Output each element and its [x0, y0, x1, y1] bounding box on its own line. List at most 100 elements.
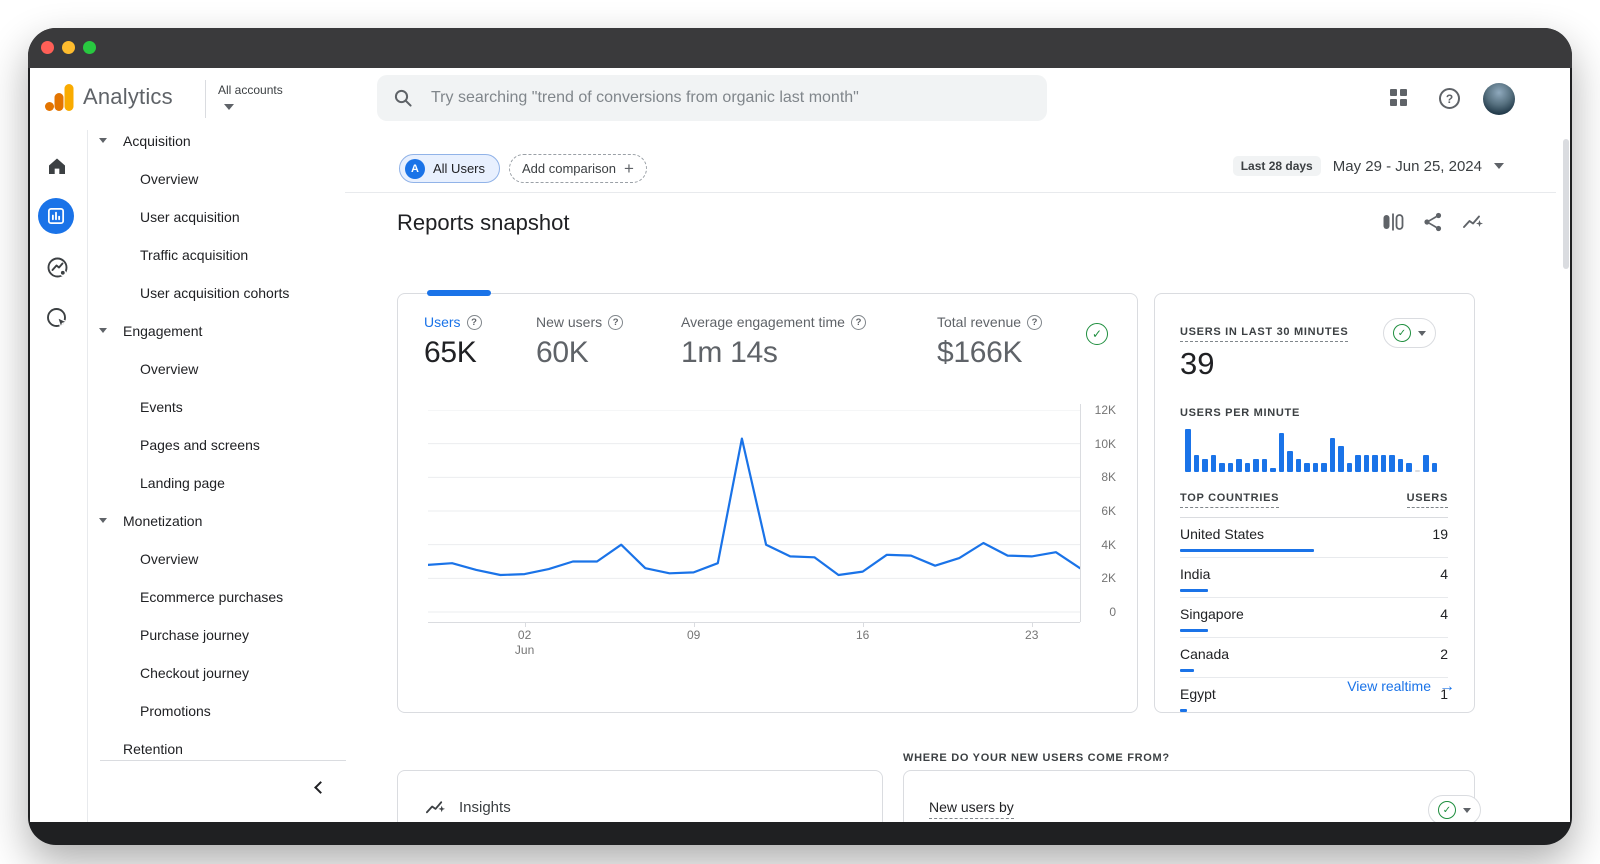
- metric-total-revenue[interactable]: Total revenue? $166K: [937, 314, 1043, 370]
- check-icon: ✓: [1438, 801, 1456, 819]
- sidebar-item-events[interactable]: Events: [88, 388, 346, 426]
- help-button[interactable]: ?: [1439, 88, 1460, 109]
- sidebar-item-promotions[interactable]: Promotions: [88, 692, 346, 730]
- rail-explore-button[interactable]: [45, 255, 69, 279]
- minute-bar: [1321, 463, 1327, 472]
- sidebar-item-user-acquisition-cohorts[interactable]: User acquisition cohorts: [88, 274, 346, 312]
- add-comparison-chip[interactable]: Add comparison +: [509, 154, 647, 183]
- sidebar-nav: Acquisition Overview User acquisition Traff…: [88, 122, 346, 768]
- top-countries-header: TOP COUNTRIES: [1180, 492, 1280, 508]
- brand: Analytics: [44, 82, 173, 112]
- page-title: Reports snapshot: [397, 210, 570, 235]
- minute-bar: [1406, 463, 1412, 472]
- minute-bar: [1219, 463, 1225, 472]
- sidebar-section-label: Engagement: [123, 323, 203, 339]
- chevron-down-icon: [224, 104, 234, 110]
- zoom-window-button[interactable]: [83, 40, 96, 54]
- metric-new-users[interactable]: New users? 60K: [536, 314, 624, 370]
- minute-bar: [1397, 459, 1403, 472]
- chevron-down-icon: [1418, 330, 1426, 336]
- sidebar-section-engagement[interactable]: Engagement: [88, 312, 346, 350]
- question-icon[interactable]: ?: [466, 314, 482, 330]
- plus-icon: +: [623, 159, 634, 178]
- new-users-by-label[interactable]: New users by: [929, 799, 1014, 819]
- screenshot-stage: Analytics All accounts ?: [0, 0, 1600, 864]
- minute-bar: [1363, 454, 1369, 472]
- sidebar-item-overview[interactable]: Overview: [88, 540, 346, 578]
- minimize-window-button[interactable]: [62, 40, 75, 54]
- account-switcher[interactable]: All accounts: [218, 83, 308, 115]
- chevron-down-icon: [99, 328, 107, 333]
- country-row-united-states: United States 19: [1180, 518, 1448, 558]
- sidebar-item-overview[interactable]: Overview: [88, 160, 346, 198]
- sidebar-item-ecommerce-purchases[interactable]: Ecommerce purchases: [88, 578, 346, 616]
- sidebar-item-user-acquisition[interactable]: User acquisition: [88, 198, 346, 236]
- data-quality-badge[interactable]: ✓: [1086, 323, 1108, 345]
- search-input[interactable]: [431, 89, 1031, 107]
- vertical-scrollbar-thumb[interactable]: [1563, 139, 1569, 269]
- sidebar-item-overview[interactable]: Overview: [88, 350, 346, 388]
- question-icon[interactable]: ?: [1027, 314, 1043, 330]
- date-range-selector[interactable]: Last 28 days May 29 - Jun 25, 2024: [1232, 156, 1504, 176]
- sidebar-section-acquisition[interactable]: Acquisition: [88, 122, 346, 160]
- y-tick-label: 12K: [1094, 403, 1116, 417]
- view-realtime-link[interactable]: View realtime →: [1180, 678, 1455, 696]
- metric-total-revenue-label: Total revenue: [937, 314, 1022, 330]
- all-users-label: All Users: [433, 161, 486, 176]
- metric-total-revenue-value: $166K: [937, 336, 1023, 369]
- users-per-minute-chart: [1185, 429, 1437, 472]
- sidebar-item-pages-and-screens[interactable]: Pages and screens: [88, 426, 346, 464]
- sidebar-item-checkout-journey[interactable]: Checkout journey: [88, 654, 346, 692]
- sidebar-item-purchase-journey[interactable]: Purchase journey: [88, 616, 346, 654]
- minute-bar: [1414, 470, 1420, 472]
- country-row-singapore: Singapore 4: [1180, 598, 1448, 638]
- rail-home-button[interactable]: [45, 154, 69, 178]
- close-window-button[interactable]: [41, 40, 54, 54]
- realtime-status-pill[interactable]: ✓: [1383, 318, 1436, 348]
- titlebar: [28, 28, 1572, 68]
- sidebar-item-traffic-acquisition[interactable]: Traffic acquisition: [88, 236, 346, 274]
- minute-bar: [1236, 459, 1242, 472]
- sidebar-section-retention[interactable]: Retention: [88, 730, 346, 768]
- chevron-down-icon: [1494, 163, 1504, 169]
- y-axis-line: [1080, 404, 1081, 622]
- share-icon-button[interactable]: [1422, 211, 1444, 233]
- metric-users[interactable]: Users? 65K: [424, 314, 482, 370]
- metric-new-users-value: 60K: [536, 336, 589, 369]
- rail-advertising-button[interactable]: [45, 306, 69, 330]
- y-tick-label: 4K: [1101, 537, 1116, 552]
- country-name: Canada: [1180, 646, 1230, 662]
- question-icon[interactable]: ?: [850, 314, 866, 330]
- insights-label: Insights: [459, 799, 511, 816]
- minute-bar: [1355, 454, 1361, 472]
- minute-bar: [1193, 454, 1199, 472]
- y-tick-label: 2K: [1101, 571, 1116, 586]
- insights-icon-button[interactable]: [1462, 211, 1484, 233]
- metric-new-users-label: New users: [536, 314, 603, 330]
- active-metric-tab-indicator: [427, 290, 491, 296]
- metric-avg-engagement[interactable]: Average engagement time? 1m 14s: [681, 314, 866, 370]
- question-icon[interactable]: ?: [608, 314, 624, 330]
- countries-table-header: TOP COUNTRIES USERS: [1180, 492, 1448, 508]
- chevron-down-icon: [1463, 807, 1471, 813]
- page-title-actions: [1382, 211, 1484, 233]
- search-bar[interactable]: [377, 75, 1047, 121]
- compare-icon-button[interactable]: [1382, 211, 1404, 233]
- sidebar-divider: [100, 760, 346, 761]
- rail-reports-button[interactable]: [38, 198, 74, 234]
- sidebar-item-landing-page[interactable]: Landing page: [88, 464, 346, 502]
- nav-collapse-button[interactable]: [308, 778, 332, 802]
- sidebar-section-monetization[interactable]: Monetization: [88, 502, 346, 540]
- x-tick-sublabel: Jun: [514, 643, 535, 657]
- users-col-header: USERS: [1406, 492, 1448, 508]
- new-users-status-pill[interactable]: ✓: [1428, 795, 1481, 822]
- minute-bar: [1329, 437, 1335, 472]
- analytics-logo-icon: [45, 84, 74, 111]
- sidebar-section-label: Acquisition: [123, 133, 191, 149]
- all-users-chip[interactable]: A All Users: [399, 154, 501, 183]
- minute-bar: [1253, 459, 1259, 472]
- user-avatar[interactable]: [1483, 83, 1515, 115]
- apps-grid-button[interactable]: [1390, 89, 1407, 106]
- header-divider: [345, 192, 1556, 193]
- x-tick-mark: [1031, 622, 1033, 627]
